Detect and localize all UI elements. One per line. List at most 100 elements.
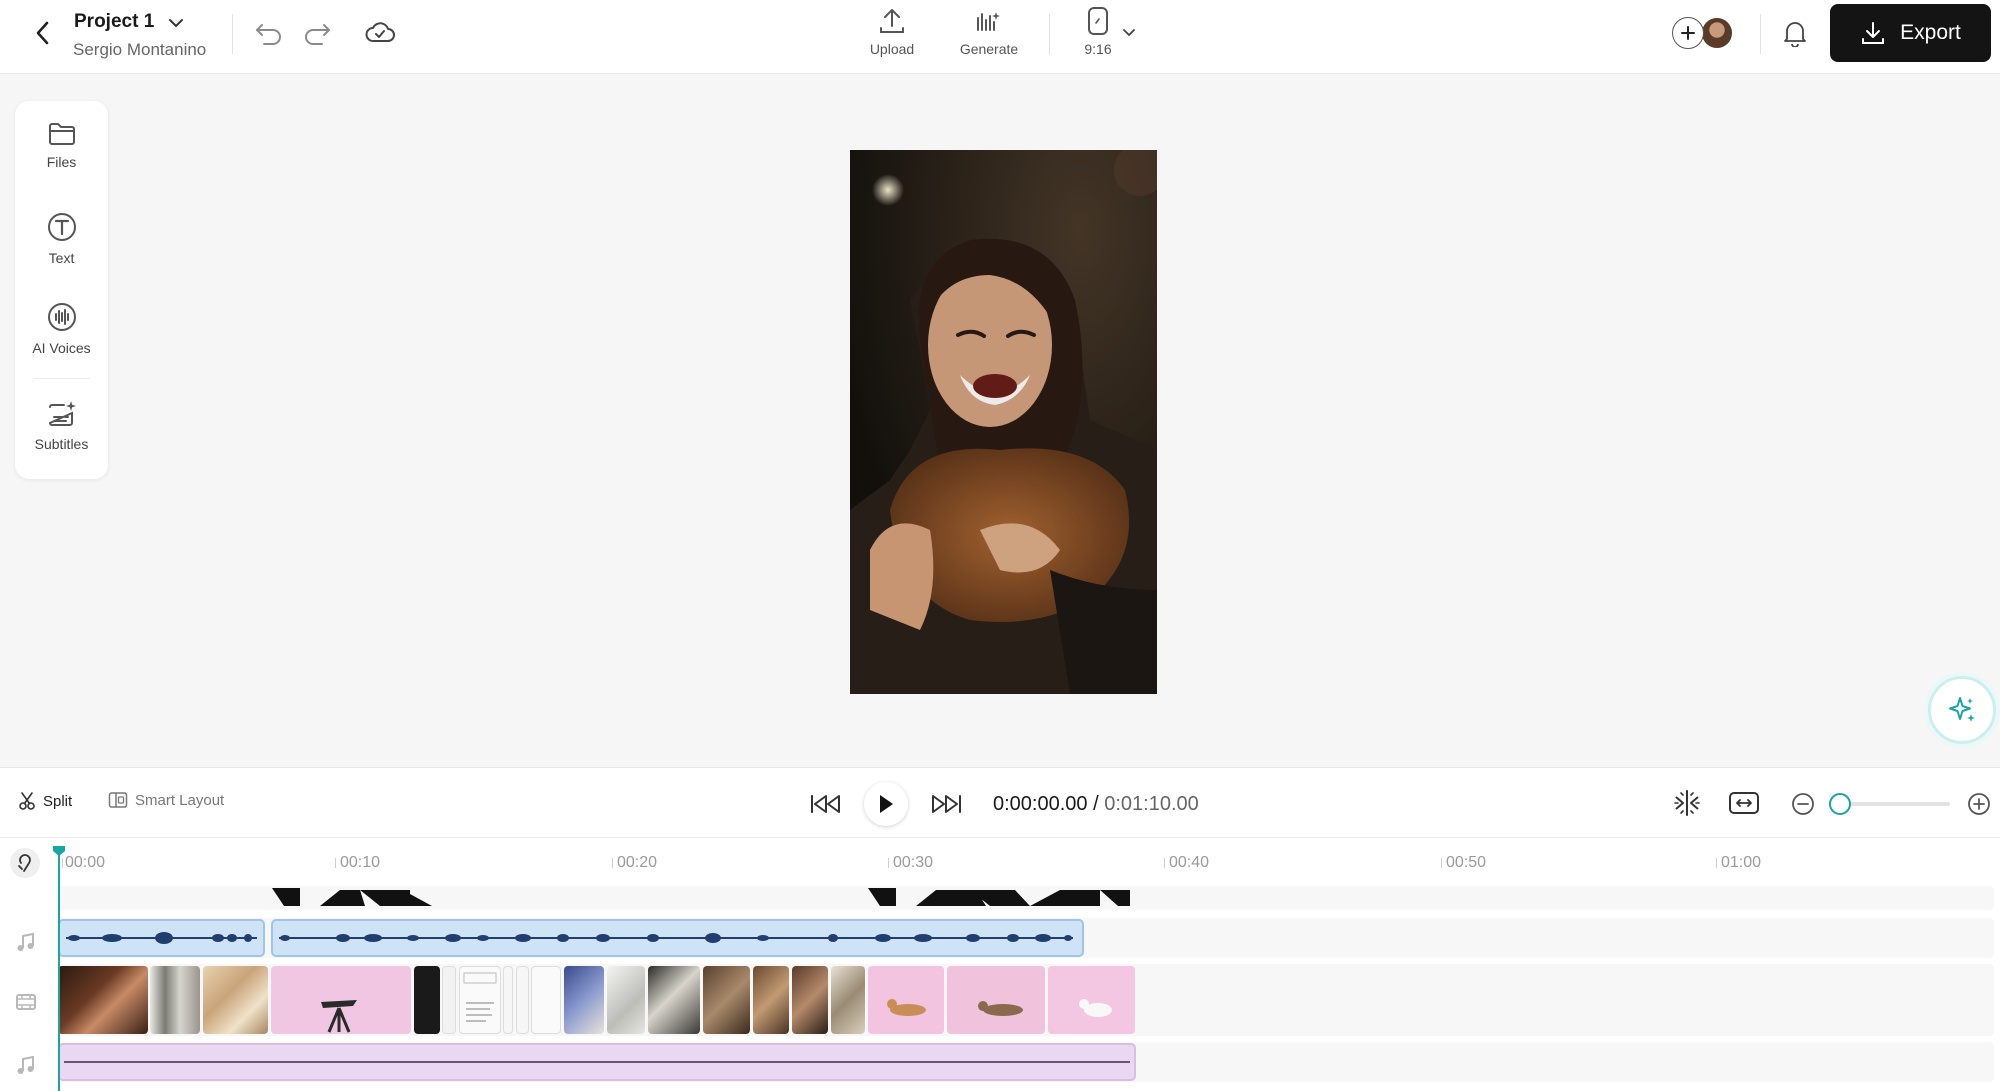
fit-width-icon <box>1729 792 1759 814</box>
aspect-ratio-button[interactable]: 9:16 <box>1080 6 1116 57</box>
generate-button[interactable]: Generate <box>952 6 1026 57</box>
music-track-icon <box>14 1053 38 1077</box>
zoom-slider-thumb[interactable] <box>1828 793 1851 815</box>
video-clip[interactable] <box>503 966 513 1034</box>
video-clip[interactable] <box>516 966 529 1034</box>
fast-forward-button[interactable] <box>928 786 964 822</box>
cloud-check-icon <box>365 22 395 42</box>
smart-layout-button[interactable]: Smart Layout <box>108 791 224 809</box>
ai-assistant-button[interactable] <box>1928 676 1996 744</box>
music-clip[interactable] <box>58 1043 1136 1081</box>
add-collaborator-button[interactable] <box>1672 17 1704 49</box>
voice-icon <box>47 303 76 331</box>
sidebar-item-subtitles[interactable]: Subtitles <box>15 399 108 452</box>
sparkle-icon <box>1949 697 1975 722</box>
total-time: 0:01:10.00 <box>1104 793 1199 815</box>
generate-icon <box>977 12 1000 31</box>
undo-button[interactable] <box>252 16 286 50</box>
video-clip[interactable] <box>150 966 200 1034</box>
video-clip[interactable] <box>753 966 789 1034</box>
export-label: Export <box>1900 21 1961 44</box>
zoom-slider[interactable] <box>1828 793 1950 815</box>
video-clip[interactable] <box>703 966 750 1034</box>
export-button[interactable]: Export <box>1830 4 1991 62</box>
timecode: 0:00:00.00 / 0:01:10.00 <box>993 793 1199 816</box>
divider <box>1760 14 1761 54</box>
video-clip[interactable] <box>648 966 700 1034</box>
music-note-icon <box>17 932 34 951</box>
fit-timeline-button[interactable] <box>1726 786 1762 820</box>
video-clip[interactable] <box>947 966 1045 1034</box>
project-title[interactable]: Project 1 <box>74 11 154 33</box>
ruler-tick <box>335 858 336 868</box>
ruler-label: 00:00 <box>65 854 106 871</box>
ruler-tick <box>62 858 63 868</box>
rewind-button[interactable] <box>808 786 844 822</box>
audio-clip[interactable] <box>58 919 265 957</box>
playhead[interactable] <box>58 846 60 1091</box>
video-clip[interactable] <box>564 966 604 1034</box>
notifications-button[interactable] <box>1778 16 1812 50</box>
clip-figure <box>978 1001 1023 1016</box>
divider <box>232 14 233 54</box>
playhead-handle[interactable] <box>51 844 67 858</box>
video-clip[interactable] <box>442 966 456 1034</box>
sidebar-item-text[interactable]: Text <box>15 211 108 266</box>
video-clip[interactable] <box>531 966 561 1034</box>
aspect-ratio-dropdown[interactable] <box>1118 22 1140 42</box>
upload-icon <box>880 9 904 33</box>
video-clip[interactable] <box>459 966 501 1034</box>
zoom-out-icon <box>1792 793 1814 815</box>
play-icon <box>880 795 893 813</box>
video-clip[interactable] <box>868 966 944 1034</box>
chevron-down-icon <box>169 19 183 28</box>
ruler-tick <box>1716 858 1717 868</box>
clip-figure <box>887 999 926 1016</box>
undo-icon <box>256 24 281 45</box>
avatar[interactable] <box>1700 16 1734 50</box>
bell-icon <box>1784 22 1806 47</box>
audio-clip[interactable] <box>271 919 1084 957</box>
video-clip[interactable] <box>1048 966 1135 1034</box>
top-bar: Project 1 Sergio Montanino Upload Genera… <box>0 0 2000 74</box>
ruler-label: 00:40 <box>1169 854 1210 871</box>
ruler-tick <box>888 858 889 868</box>
ruler-label: 01:00 <box>1721 854 1762 871</box>
audio-track-icon <box>14 930 38 954</box>
smart-layout-label: Smart Layout <box>135 791 225 809</box>
project-menu-button[interactable] <box>164 12 188 34</box>
cloud-save-button[interactable] <box>362 15 398 49</box>
ruler-tick <box>1441 858 1442 868</box>
clip-figure <box>1079 999 1112 1017</box>
magnet-button[interactable] <box>10 848 40 878</box>
split-button[interactable]: Split <box>18 791 72 811</box>
video-clip[interactable] <box>792 966 828 1034</box>
zoom-out-button[interactable] <box>1790 791 1816 817</box>
upload-button[interactable]: Upload <box>862 6 922 57</box>
video-clip[interactable] <box>203 966 268 1034</box>
zoom-in-button[interactable] <box>1966 791 1992 817</box>
video-clip[interactable] <box>271 966 411 1034</box>
video-clip[interactable] <box>414 966 440 1034</box>
subtitles-icon <box>48 401 76 426</box>
playback-control-bar: Split Smart Layout 0:00:00.00 / 0:01:10.… <box>0 767 2000 838</box>
video-clip[interactable] <box>831 966 865 1034</box>
sidebar-item-label: AI Voices <box>32 340 91 356</box>
divider <box>33 378 90 379</box>
redo-button[interactable] <box>300 16 334 50</box>
sidebar-item-ai-voices[interactable]: AI Voices <box>15 301 108 356</box>
video-clip[interactable] <box>58 966 148 1034</box>
ruler-label: 00:10 <box>340 854 381 871</box>
back-button[interactable] <box>28 16 58 50</box>
split-label: Split <box>43 792 73 810</box>
sidebar-item-files[interactable]: Files <box>15 121 108 170</box>
video-preview[interactable] <box>850 150 1157 694</box>
ruler-tick <box>1164 858 1165 868</box>
video-clip[interactable] <box>607 966 645 1034</box>
sidebar-item-label: Text <box>48 250 75 266</box>
snap-button[interactable] <box>1670 786 1704 820</box>
clip-document <box>463 972 497 1022</box>
current-time: 0:00:00.00 <box>993 793 1088 815</box>
sidebar-item-label: Subtitles <box>34 436 89 452</box>
play-button[interactable] <box>864 782 908 826</box>
